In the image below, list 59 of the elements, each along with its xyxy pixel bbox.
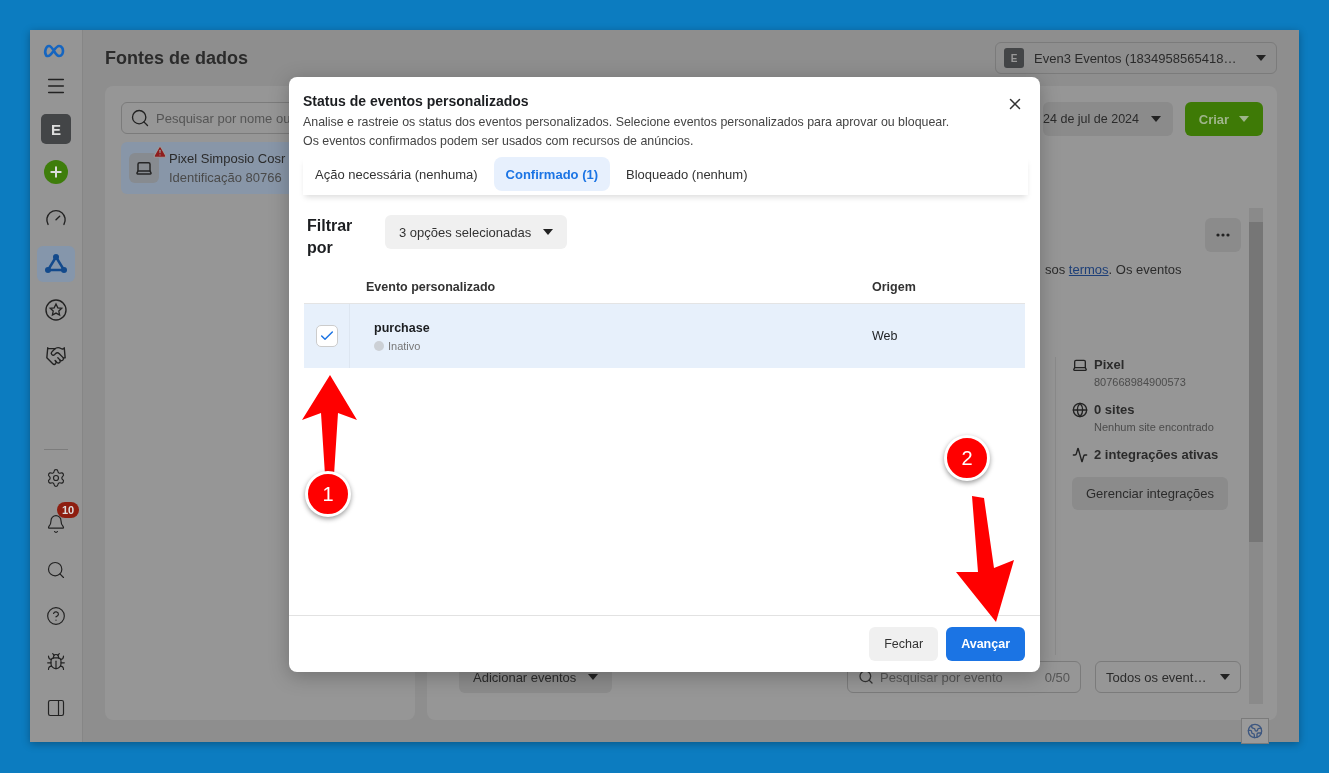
search-icon	[130, 108, 150, 128]
laptop-icon	[135, 159, 153, 177]
create-button[interactable]: Criar	[1185, 102, 1263, 136]
network-icon	[45, 254, 67, 274]
account-avatar[interactable]: E	[41, 114, 71, 144]
info-title: 0 sites	[1094, 402, 1136, 417]
bell-icon	[46, 514, 66, 534]
info-title: Pixel	[1094, 357, 1126, 372]
scrollbar[interactable]	[1249, 208, 1263, 704]
panel-icon	[46, 698, 66, 718]
search-icon	[46, 560, 66, 580]
source-id: Identificação 80766	[169, 170, 283, 185]
caret-icon	[543, 229, 554, 235]
globe-icon	[1247, 723, 1263, 739]
tab[interactable]: Bloqueado (nenhum)	[614, 157, 760, 191]
page-title: Fontes de dados	[105, 47, 248, 69]
laptop-icon	[1072, 357, 1088, 373]
settings-icon	[46, 468, 66, 488]
create-button[interactable]	[44, 160, 68, 184]
bug-icon	[46, 652, 66, 672]
more-icon	[1216, 233, 1230, 237]
globe-icon	[1072, 402, 1088, 418]
event-filter-dropdown[interactable]: Todos os event…	[1095, 661, 1241, 693]
help-icon	[46, 606, 66, 626]
activity-icon	[1072, 447, 1088, 463]
info-subtitle: 807668984900573	[1094, 376, 1186, 388]
tab[interactable]: Confirmado (1)	[493, 157, 611, 191]
filter-label: Filtrar por	[307, 216, 354, 258]
source-name: Pixel Simposio Cosr	[169, 151, 286, 166]
close-dialog-button[interactable]: Fechar	[869, 627, 939, 661]
event-name: purchase	[374, 320, 431, 335]
handshake-icon	[45, 345, 67, 367]
plus-icon	[48, 164, 64, 180]
column-header: Evento personalizado	[365, 280, 497, 294]
terms-text: sos termos. Os eventos	[1045, 262, 1182, 277]
terms-link[interactable]: termos	[1068, 262, 1109, 277]
character-count: 0/50	[1044, 669, 1070, 685]
event-status: Inativo	[388, 339, 421, 352]
caret-icon	[1151, 116, 1161, 122]
filter-dropdown[interactable]: 3 opções selecionadas	[385, 215, 568, 249]
caret-icon	[1256, 55, 1266, 61]
column-header: Origem	[872, 280, 916, 294]
status-dot	[374, 340, 384, 351]
table-row[interactable]: purchase Inativo Web	[304, 304, 1025, 368]
notification-badge: 10	[57, 502, 80, 518]
checkbox[interactable]	[315, 325, 338, 347]
next-button[interactable]: Avançar	[946, 627, 1025, 661]
account-avatar: E	[1004, 48, 1024, 68]
language-button[interactable]	[1241, 718, 1269, 744]
caret-icon	[588, 674, 599, 680]
event-origin: Web	[872, 329, 898, 343]
info-subtitle: Nenhum site encontrado	[1094, 421, 1214, 433]
caret-icon	[1220, 674, 1230, 680]
manage-integrations-button[interactable]: Gerenciar integrações	[1072, 477, 1228, 510]
date-range-button[interactable]: 24 de jul de 2024	[1043, 102, 1173, 136]
info-title: 2 integrações ativas	[1094, 447, 1219, 462]
caret-icon	[1239, 116, 1250, 122]
nav-item[interactable]	[37, 246, 75, 282]
account-selector[interactable]: E Even3 Eventos (1834958565418…	[995, 42, 1277, 74]
